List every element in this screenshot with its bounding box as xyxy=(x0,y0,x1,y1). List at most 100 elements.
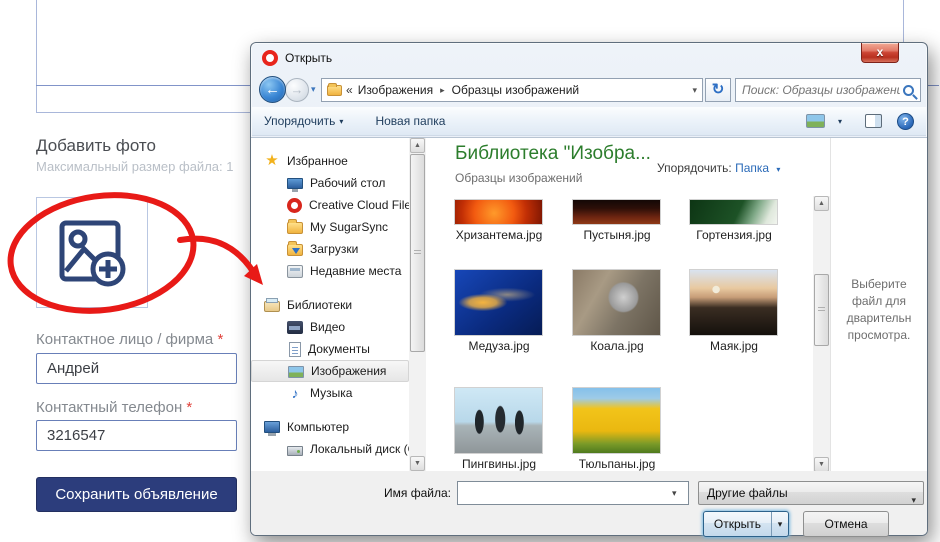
arrange-by-control[interactable]: Упорядочить: Папка ▾ xyxy=(657,161,780,175)
file-thumbnail-lighthouse[interactable] xyxy=(690,270,777,335)
sidebar-item-label: My SugarSync xyxy=(310,220,388,234)
sidebar-scrollbar[interactable]: ▲ ▼ xyxy=(409,138,426,471)
file-thumbnail-koala[interactable] xyxy=(573,270,660,335)
sidebar-item-label: Локальный диск (C xyxy=(310,442,409,456)
file-thumbnail-hydrangea[interactable] xyxy=(690,200,777,224)
file-thumbnail-tulips[interactable] xyxy=(573,388,660,453)
dialog-footer: Имя файла: ▾ Другие файлы ▾ Открыть ▾ От… xyxy=(251,471,927,535)
search-icon xyxy=(903,85,914,96)
file-name[interactable]: Хризантема.jpg xyxy=(439,228,559,242)
arrange-dropdown-icon[interactable]: ▾ xyxy=(776,165,780,174)
scrollbar-thumb[interactable] xyxy=(814,274,829,346)
back-button[interactable]: ← xyxy=(259,76,286,103)
preview-text-line: файл для xyxy=(831,293,927,310)
open-file-dialog: Открыть x ← → ▾ « Изображения ▸ Образцы … xyxy=(250,42,928,536)
sidebar-item-local-disk[interactable]: Локальный диск (C xyxy=(251,438,409,460)
contact-phone-input[interactable] xyxy=(36,420,237,451)
pictures-icon xyxy=(288,366,304,378)
search-input[interactable] xyxy=(742,83,900,97)
file-thumbnail-chrysanthemum[interactable] xyxy=(455,200,542,224)
breadcrumb[interactable]: « Изображения ▸ Образцы изображений ▾ xyxy=(321,78,703,102)
dialog-title: Открыть xyxy=(285,51,332,65)
required-asterisk: * xyxy=(217,331,223,348)
file-name[interactable]: Пингвины.jpg xyxy=(439,457,559,471)
scroll-up-icon[interactable]: ▲ xyxy=(410,138,425,153)
sidebar-item-downloads[interactable]: Загрузки xyxy=(251,238,409,260)
dialog-titlebar[interactable]: Открыть x xyxy=(251,43,927,73)
help-icon[interactable]: ? xyxy=(897,113,914,130)
scroll-up-icon[interactable]: ▲ xyxy=(814,196,829,211)
file-list-scrollbar[interactable]: ▲ ▼ xyxy=(813,196,830,471)
sidebar-item-computer[interactable]: Компьютер xyxy=(251,416,409,438)
red-arrow-shaft xyxy=(180,239,254,273)
close-button[interactable]: x xyxy=(861,43,899,63)
sidebar-item-music[interactable]: ♪ Музыка xyxy=(251,382,409,404)
sidebar-item-label: Creative Cloud Files xyxy=(309,198,409,212)
file-name[interactable]: Медуза.jpg xyxy=(439,339,559,353)
sidebar-item-recent-places[interactable]: Недавние места xyxy=(251,260,409,282)
file-name-dropdown-icon[interactable]: ▾ xyxy=(672,488,677,499)
dialog-client-area: ★ Избранное Рабочий стол Creative Cloud … xyxy=(251,137,927,471)
file-thumbnail-desert[interactable] xyxy=(573,200,660,224)
views-icon[interactable] xyxy=(806,114,825,128)
max-file-size-note: Максимальный размер файла: 1 xyxy=(36,159,250,174)
file-type-select[interactable]: Другие файлы ▾ xyxy=(698,481,924,505)
sidebar-item-libraries[interactable]: Библиотеки xyxy=(251,294,409,316)
scroll-down-icon[interactable]: ▼ xyxy=(410,456,425,471)
file-name[interactable]: Тюльпаны.jpg xyxy=(557,457,677,471)
sidebar-item-documents[interactable]: Документы xyxy=(251,338,409,360)
breadcrumb-separator-icon: ▸ xyxy=(440,85,445,96)
save-ad-button[interactable]: Сохранить объявление xyxy=(36,477,237,512)
contact-name-label-text: Контактное лицо / фирма xyxy=(36,331,213,348)
file-thumbnail-jellyfish[interactable] xyxy=(455,270,542,335)
sidebar-item-label: Загрузки xyxy=(310,242,358,256)
star-icon: ★ xyxy=(264,153,280,169)
open-split-dropdown-icon[interactable]: ▾ xyxy=(771,512,788,536)
file-name[interactable]: Пустыня.jpg xyxy=(557,228,677,242)
refresh-button[interactable]: ↻ xyxy=(705,78,731,102)
sidebar-item-creative-cloud[interactable]: Creative Cloud Files xyxy=(251,194,409,216)
libraries-icon xyxy=(264,301,280,312)
scrollbar-thumb[interactable] xyxy=(410,154,425,352)
file-thumbnail-penguins[interactable] xyxy=(455,388,542,453)
sidebar-item-desktop[interactable]: Рабочий стол xyxy=(251,172,409,194)
sidebar-item-pictures[interactable]: Изображения xyxy=(251,360,409,382)
sidebar-item-label: Рабочий стол xyxy=(310,176,385,190)
file-name[interactable]: Маяк.jpg xyxy=(674,339,794,353)
breadcrumb-overflow[interactable]: « xyxy=(346,83,353,97)
sidebar-item-label: Изображения xyxy=(311,364,386,378)
forward-button[interactable]: → xyxy=(285,78,309,102)
file-type-dropdown-icon: ▾ xyxy=(911,489,916,511)
preview-text-line: дварительн xyxy=(831,310,927,327)
breadcrumb-item-sample-pictures[interactable]: Образцы изображений xyxy=(452,83,579,97)
address-bar: ← → ▾ « Изображения ▸ Образцы изображени… xyxy=(251,75,927,105)
downloads-folder-icon xyxy=(287,244,303,256)
file-name[interactable]: Коала.jpg xyxy=(557,339,677,353)
sidebar-item-favorites[interactable]: ★ Избранное xyxy=(251,150,409,172)
arrange-value[interactable]: Папка xyxy=(735,161,769,175)
navigation-pane: ★ Избранное Рабочий стол Creative Cloud … xyxy=(251,138,409,471)
contact-phone-label: Контактный телефон * xyxy=(36,399,192,416)
contact-phone-label-text: Контактный телефон xyxy=(36,399,182,416)
scroll-down-icon[interactable]: ▼ xyxy=(814,457,829,471)
preview-pane-icon[interactable] xyxy=(865,114,882,128)
contact-name-input[interactable] xyxy=(36,353,237,384)
sidebar-item-label: Компьютер xyxy=(287,420,349,434)
open-button[interactable]: Открыть ▾ xyxy=(703,511,789,537)
sidebar-item-label: Документы xyxy=(308,342,370,356)
organize-dropdown-icon: ▾ xyxy=(339,117,343,126)
cancel-button[interactable]: Отмена xyxy=(803,511,889,537)
views-dropdown-icon[interactable]: ▾ xyxy=(838,117,842,126)
file-name-input[interactable] xyxy=(457,481,689,505)
address-dropdown-icon[interactable]: ▾ xyxy=(692,85,697,96)
new-folder-button[interactable]: Новая папка xyxy=(375,114,445,128)
file-name[interactable]: Гортензия.jpg xyxy=(674,228,794,242)
photo-upload-dropzone[interactable] xyxy=(36,197,148,308)
sidebar-item-label: Библиотеки xyxy=(287,298,352,312)
nav-history-dropdown-icon[interactable]: ▾ xyxy=(311,84,316,95)
sidebar-item-sugarsync[interactable]: My SugarSync xyxy=(251,216,409,238)
breadcrumb-item-pictures[interactable]: Изображения xyxy=(358,83,433,97)
sidebar-item-videos[interactable]: Видео xyxy=(251,316,409,338)
search-box[interactable] xyxy=(735,78,921,102)
organize-menu[interactable]: Упорядочить xyxy=(264,114,335,128)
